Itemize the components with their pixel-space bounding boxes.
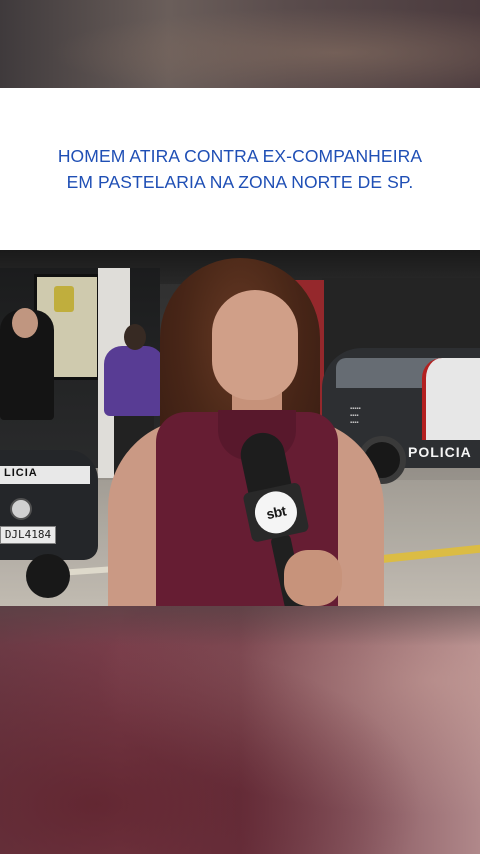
headline-card: HOMEM ATIRA CONTRA EX-COMPANHEIRA EM PAS… [0, 88, 480, 250]
video-overlay [0, 250, 480, 606]
news-video-frame[interactable]: ▪▪▪▪▪ ▪▪▪▪ ▪▪▪▪ POLICIA LICIA DJL4184 sbt [0, 250, 480, 606]
headline-line-1: HOMEM ATIRA CONTRA EX-COMPANHEIRA [57, 146, 423, 166]
blurred-top-backdrop [0, 0, 480, 88]
headline-title: HOMEM ATIRA CONTRA EX-COMPANHEIRA EM PAS… [25, 143, 455, 195]
blurred-bottom-backdrop [0, 606, 480, 854]
headline-line-2: EM PASTELARIA NA ZONA NORTE DE SP. [66, 172, 414, 192]
